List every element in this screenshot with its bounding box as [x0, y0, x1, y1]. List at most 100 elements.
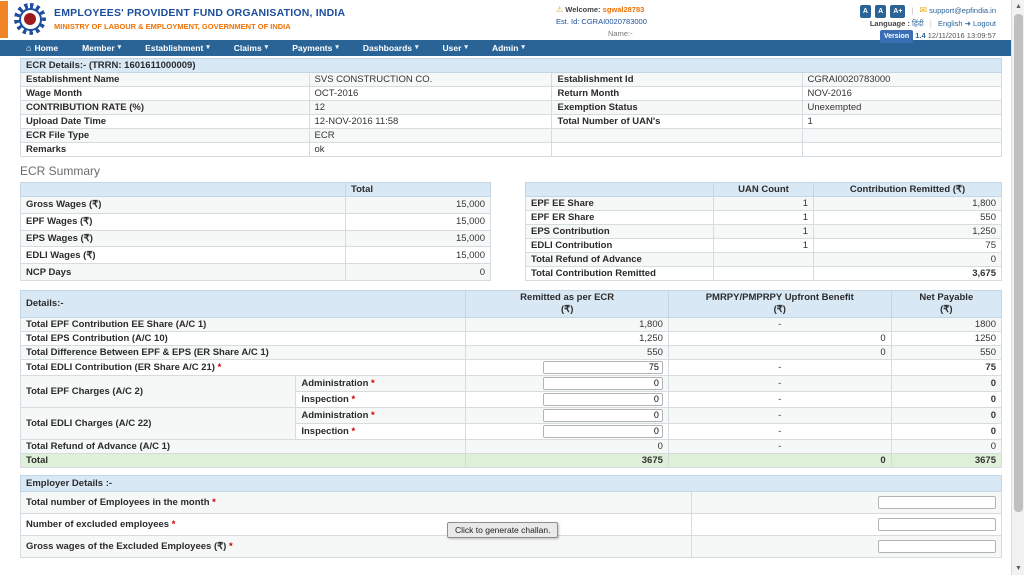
uan-count-value: 1 — [714, 239, 814, 253]
left-accent-stripe — [0, 1, 8, 38]
remitted-amount-input[interactable] — [543, 425, 663, 438]
ecr-details-row: ECR File TypeECR — [21, 129, 1002, 143]
nav-label: Admin — [492, 40, 518, 56]
remitted-ecr-cell — [466, 423, 668, 439]
remitted-ecr-cell — [466, 407, 668, 423]
remitted-amount-input[interactable] — [543, 377, 663, 390]
version-number: 1.4 — [915, 31, 925, 40]
details-row-label: Total EPS Contribution (A/C 10) — [21, 331, 466, 345]
details-row-label: Total EPF Contribution EE Share (A/C 1) — [21, 317, 466, 331]
nav-label: Dashboards — [363, 40, 412, 56]
font-size-medium-button[interactable]: A — [875, 5, 886, 18]
employer-row: Gross wages of the Excluded Employees (₹… — [21, 535, 1002, 557]
required-asterisk: * — [226, 541, 232, 552]
top-header: EMPLOYEES' PROVIDENT FUND ORGANISATION, … — [0, 0, 1024, 40]
support-email-link[interactable]: support@epfindia.in — [929, 6, 996, 15]
wages-total-header: Total — [346, 183, 491, 197]
details-row: Total EDLI Charges (A/C 22)Administratio… — [21, 407, 1002, 423]
remitted-ecr-cell: 0 — [466, 439, 668, 453]
pmrpy-benefit-cell: 0 — [668, 331, 891, 345]
contribution-value: 0 — [814, 253, 1002, 267]
nav-item-dashboards[interactable]: Dashboards▾ — [351, 40, 431, 56]
contribution-remitted-header: Contribution Remitted (₹) — [814, 183, 1002, 197]
nav-label: User — [443, 40, 462, 56]
ecr-details-row: Wage MonthOCT-2016Return MonthNOV-2016 — [21, 87, 1002, 101]
nav-item-user[interactable]: User▾ — [431, 40, 480, 56]
contribution-value: 1,250 — [814, 225, 1002, 239]
font-size-small-button[interactable]: A — [860, 5, 871, 18]
employer-field-input[interactable] — [878, 518, 996, 531]
wage-label: NCP Days — [21, 264, 346, 281]
font-size-large-button[interactable]: A+ — [890, 5, 905, 18]
col-net-payable: Net Payable(₹) — [891, 291, 1001, 318]
details-row-label: Total — [21, 453, 466, 467]
details-row: Total Difference Between EPF & EPS (ER S… — [21, 345, 1002, 359]
field-value: OCT-2016 — [309, 87, 552, 101]
datetime-text: 12/11/2016 13:09:57 — [928, 31, 996, 40]
remitted-ecr-cell: 1,800 — [466, 317, 668, 331]
nav-item-home[interactable]: ⌂Home — [14, 40, 70, 56]
ecr-details-row: Remarksok — [21, 143, 1002, 157]
scrollbar-thumb[interactable] — [1014, 14, 1023, 512]
net-payable-cell: 1250 — [891, 331, 1001, 345]
nav-item-claims[interactable]: Claims▾ — [222, 40, 280, 56]
org-title: EMPLOYEES' PROVIDENT FUND ORGANISATION, … — [54, 7, 345, 19]
chevron-down-icon: ▾ — [415, 40, 419, 56]
contribution-label: EPF EE Share — [526, 197, 714, 211]
chevron-down-icon: ▾ — [265, 40, 269, 56]
remitted-amount-input[interactable] — [543, 409, 663, 422]
lang-english-link[interactable]: English — [938, 19, 963, 28]
details-sub-label: Administration * — [296, 407, 466, 423]
wage-value: 0 — [346, 264, 491, 281]
contribution-label: Total Refund of Advance — [526, 253, 714, 267]
version-badge: Version — [880, 30, 913, 43]
net-payable-cell: 0 — [891, 439, 1001, 453]
chevron-down-icon: ▾ — [521, 40, 525, 56]
remitted-amount-input[interactable] — [543, 361, 663, 374]
nav-item-member[interactable]: Member▾ — [70, 40, 133, 56]
pmrpy-benefit-cell: - — [668, 375, 891, 391]
net-payable-cell: 550 — [891, 345, 1001, 359]
nav-label: Payments — [292, 40, 332, 56]
contribution-value: 1,800 — [814, 197, 1002, 211]
contribution-row: Total Contribution Remitted3,675 — [526, 267, 1002, 281]
contribution-row: EDLI Contribution175 — [526, 239, 1002, 253]
employer-field-label: Number of excluded employees * — [21, 513, 692, 535]
net-payable-cell: 75 — [891, 359, 1001, 375]
field-value: ECR — [309, 129, 552, 143]
field-value: CGRAI0020783000 — [802, 73, 1001, 87]
uan-count-value — [714, 267, 814, 281]
pmrpy-benefit-cell: - — [668, 317, 891, 331]
vertical-scrollbar[interactable]: ▲ ▼ — [1011, 0, 1024, 575]
ecr-details-row: CONTRIBUTION RATE (%)12Exemption StatusU… — [21, 101, 1002, 115]
remitted-ecr-cell — [466, 359, 668, 375]
remitted-amount-input[interactable] — [543, 393, 663, 406]
pmrpy-benefit-cell: - — [668, 359, 891, 375]
nav-item-establishment[interactable]: Establishment▾ — [133, 40, 222, 56]
scroll-down-icon[interactable]: ▼ — [1012, 562, 1024, 575]
ministry-title: MINISTRY OF LABOUR & EMPLOYMENT, GOVERNM… — [54, 22, 345, 31]
employer-field-input[interactable] — [878, 496, 996, 509]
nav-label: Home — [34, 40, 58, 56]
wage-value: 15,000 — [346, 247, 491, 264]
nav-item-payments[interactable]: Payments▾ — [280, 40, 351, 56]
net-payable-cell: 0 — [891, 423, 1001, 439]
col-pmrpy-benefit: PMRPY/PMPRPY Upfront Benefit(₹) — [668, 291, 891, 318]
lang-hindi-link[interactable]: हिंदी — [912, 19, 924, 28]
ecr-details-title: ECR Details:- (TRRN: 1601611000009) — [21, 59, 1002, 73]
scroll-up-icon[interactable]: ▲ — [1012, 0, 1024, 13]
contribution-row: EPF ER Share1550 — [526, 211, 1002, 225]
field-label: ECR File Type — [21, 129, 310, 143]
chevron-down-icon: ▾ — [118, 40, 122, 56]
envelope-icon: ✉ — [920, 5, 928, 15]
employer-field-input[interactable] — [878, 540, 996, 553]
contribution-row: EPF EE Share11,800 — [526, 197, 1002, 211]
remitted-ecr-cell: 3675 — [466, 453, 668, 467]
wage-label: Gross Wages (₹) — [21, 197, 346, 214]
logout-link[interactable]: Logout — [973, 19, 996, 28]
pmrpy-benefit-cell: 0 — [668, 453, 891, 467]
nav-item-admin[interactable]: Admin▾ — [480, 40, 537, 56]
details-row-label: Total EDLI Charges (A/C 22) — [21, 407, 296, 439]
employer-details-table: Employer Details :- Total number of Empl… — [20, 475, 1002, 558]
net-payable-cell: 3675 — [891, 453, 1001, 467]
